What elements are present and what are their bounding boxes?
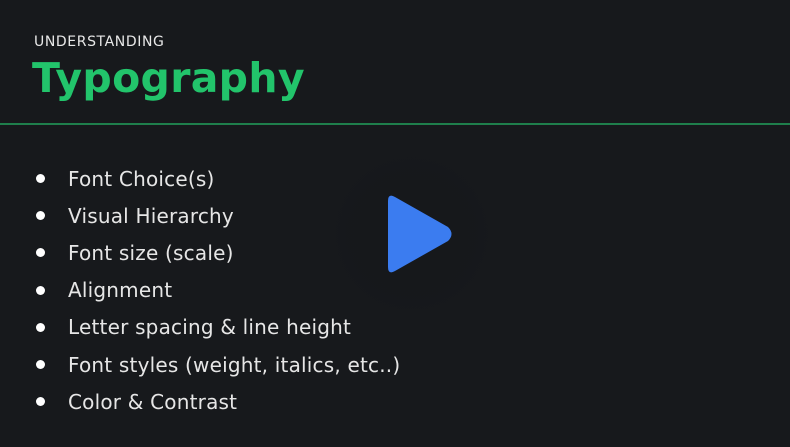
bullet-dot — [36, 248, 45, 258]
slide-header: UNDERSTANDING Typography — [0, 0, 790, 124]
bullet-dot — [36, 360, 45, 370]
list-item-label: Color & Contrast — [68, 389, 238, 414]
bullet-dot — [36, 322, 45, 332]
list-item-label: Alignment — [68, 278, 173, 303]
play-button[interactable] — [332, 154, 492, 314]
bullet-dot — [36, 285, 45, 295]
header-divider — [0, 123, 790, 125]
list-item: Letter spacing & line height — [30, 309, 400, 346]
list-item: Color & Contrast — [30, 383, 400, 420]
list-item-label: Letter spacing & line height — [68, 315, 352, 340]
list-item-label: Font styles (weight, italics, etc..) — [68, 352, 401, 377]
bullet-dot — [36, 397, 45, 407]
list-item-label: Visual Hierarchy — [68, 203, 234, 228]
list-item: Font styles (weight, italics, etc..) — [30, 346, 400, 383]
bullet-dot — [36, 211, 45, 221]
play-icon — [388, 195, 452, 273]
list-item-label: Font Choice(s) — [68, 166, 215, 191]
slide-eyebrow: UNDERSTANDING — [34, 34, 165, 50]
list-item-label: Font size (scale) — [68, 240, 234, 265]
bullet-dot — [36, 174, 45, 184]
slide-title: Typography — [32, 54, 305, 102]
